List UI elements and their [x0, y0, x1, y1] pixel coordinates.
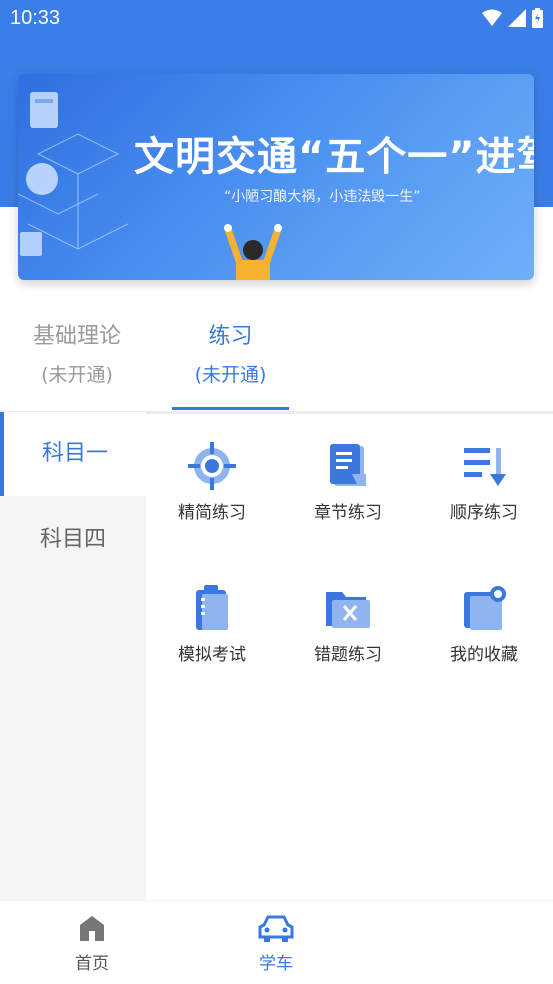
- subject-sidebar: 科目一 科目四: [0, 412, 146, 900]
- grid-item-simple-practice[interactable]: 精简练习: [152, 440, 272, 523]
- tab-basic-theory[interactable]: 基础理论 (未开通): [22, 318, 132, 394]
- status-bar: 10:33: [0, 0, 553, 40]
- promo-banner[interactable]: 文明交通“五个一”进驾校 “小陋习酿大祸，小违法毁一生”: [18, 74, 534, 280]
- sort-list-icon: [464, 448, 506, 486]
- status-time: 10:33: [10, 7, 61, 29]
- car-icon: [258, 915, 294, 942]
- tab-sublabel: (未开通): [194, 364, 267, 386]
- sidebar-item-subject-four[interactable]: 科目四: [0, 498, 146, 582]
- grid-item-label: 顺序练习: [450, 503, 518, 523]
- tab-practice[interactable]: 练习 (未开通): [172, 318, 289, 394]
- nav-label: 学车: [259, 954, 293, 974]
- signal-icon: [508, 9, 526, 27]
- banner-subtitle: “小陋习酿大祸，小违法毁一生”: [224, 189, 421, 205]
- grid-item-label: 章节练习: [314, 503, 382, 523]
- grid-item-label: 模拟考试: [178, 645, 246, 665]
- cheering-person-illustration: [224, 224, 282, 280]
- wifi-icon: [482, 9, 502, 26]
- folder-x-icon: [326, 592, 370, 628]
- grid-item-wrong-questions[interactable]: 错题练习: [288, 582, 408, 665]
- clipboard-icon: [196, 585, 228, 630]
- nav-home[interactable]: 首页: [32, 913, 152, 974]
- category-tabs: 基础理论 (未开通) 练习 (未开通): [0, 318, 553, 412]
- document-icon: [330, 444, 366, 486]
- grid-item-my-favorites[interactable]: 我的收藏: [424, 582, 544, 665]
- nav-label: 首页: [75, 954, 109, 974]
- active-tab-indicator: [172, 407, 289, 410]
- grid-item-sequential-practice[interactable]: 顺序练习: [424, 440, 544, 523]
- tab-label: 基础理论: [32, 324, 121, 349]
- grid-item-label: 我的收藏: [450, 645, 518, 665]
- target-icon: [188, 442, 236, 490]
- grid-item-chapter-practice[interactable]: 章节练习: [288, 440, 408, 523]
- grid-item-label: 精简练习: [178, 503, 246, 523]
- tab-sublabel: (未开通): [41, 364, 113, 386]
- bookmark-icon: [464, 586, 506, 630]
- grid-item-mock-exam[interactable]: 模拟考试: [152, 582, 272, 665]
- nav-learn-driving[interactable]: 学车: [216, 913, 336, 974]
- sidebar-item-subject-one[interactable]: 科目一: [0, 412, 146, 496]
- banner-title: 文明交通“五个一”进驾校: [134, 134, 534, 180]
- battery-icon: [532, 8, 543, 28]
- grid-item-label: 错题练习: [314, 645, 382, 665]
- home-icon: [80, 916, 104, 941]
- bottom-navigation: 首页 学车: [0, 900, 553, 984]
- tab-label: 练习: [208, 324, 253, 349]
